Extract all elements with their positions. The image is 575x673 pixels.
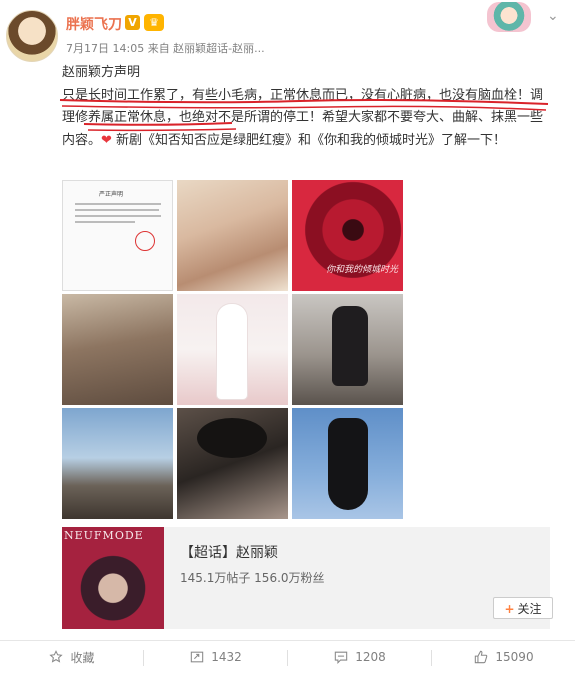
avatar[interactable] bbox=[6, 10, 58, 62]
member-crown-icon: ♛ bbox=[144, 14, 164, 31]
photo-2[interactable] bbox=[177, 180, 288, 291]
repost-button[interactable]: 1432 bbox=[144, 641, 287, 673]
photo-rose-poster[interactable]: 你和我的倾城时光 bbox=[292, 180, 403, 291]
doc-line bbox=[75, 221, 135, 223]
follow-label: 关注 bbox=[517, 602, 542, 616]
topic-cover-image: NEUFMODE bbox=[62, 527, 164, 629]
comment-count: 1208 bbox=[355, 650, 386, 664]
like-button[interactable]: 15090 bbox=[432, 641, 575, 673]
thumbs-up-icon bbox=[475, 650, 488, 664]
post-body: 只是长时间工作累了，有些小毛病，正常休息而已，没有心脏病，也没有脑血栓！调理修养… bbox=[62, 85, 552, 153]
figure-black-dress bbox=[328, 418, 368, 510]
cover-brand: NEUFMODE bbox=[64, 529, 144, 542]
plus-icon: + bbox=[504, 602, 515, 616]
post-meta: 7月17日 14:05 来自 赵丽颖超话-赵丽... bbox=[66, 42, 265, 55]
favorite-button[interactable]: 收藏 bbox=[0, 641, 143, 673]
comment-icon bbox=[335, 651, 348, 664]
figure-dark-outfit bbox=[332, 306, 368, 386]
photo-6[interactable] bbox=[292, 294, 403, 405]
post-body-tail: 新剧《知否知否应是绿肥红瘦》和《你和我的倾城时光》了解一下！ bbox=[111, 132, 507, 148]
repost-count: 1432 bbox=[211, 650, 242, 664]
doc-line bbox=[75, 203, 161, 205]
favorite-label: 收藏 bbox=[70, 650, 95, 665]
doc-line bbox=[75, 209, 159, 211]
figure-white-dress bbox=[217, 304, 247, 399]
figure-hat bbox=[197, 418, 267, 458]
super-topic-card[interactable]: NEUFMODE 【超话】赵丽颖 145.1万帖子 156.0万粉丝 + 关注 bbox=[62, 527, 553, 629]
decoration-sticker bbox=[487, 2, 531, 32]
verified-badge-icon: V bbox=[125, 15, 140, 30]
follow-button[interactable]: + 关注 bbox=[493, 597, 553, 619]
username-link[interactable]: 胖颖飞刀 bbox=[66, 14, 122, 34]
doc-seal bbox=[135, 231, 155, 251]
photo-statement-document[interactable]: 严正声明 bbox=[62, 180, 173, 291]
like-count: 15090 bbox=[495, 650, 534, 664]
photo-7[interactable] bbox=[62, 408, 173, 519]
post-text: 赵丽颖方声明 只是长时间工作累了，有些小毛病，正常休息而已，没有心脏病，也没有脑… bbox=[62, 62, 552, 152]
topic-stats: 145.1万帖子 156.0万粉丝 bbox=[180, 571, 325, 585]
doc-title: 严正声明 bbox=[99, 191, 124, 198]
star-icon bbox=[49, 650, 64, 663]
comment-button[interactable]: 1208 bbox=[288, 641, 431, 673]
photo-9[interactable] bbox=[292, 408, 403, 519]
chevron-down-icon[interactable]: ⌄ bbox=[547, 8, 559, 24]
post-heading: 赵丽颖方声明 bbox=[62, 65, 141, 80]
topic-title[interactable]: 【超话】赵丽颖 bbox=[180, 542, 278, 562]
poster-text: 你和我的倾城时光 bbox=[326, 265, 399, 275]
repost-icon bbox=[191, 651, 204, 663]
heart-emoji-icon: ❤ bbox=[101, 132, 112, 148]
photo-5[interactable] bbox=[177, 294, 288, 405]
photo-8[interactable] bbox=[177, 408, 288, 519]
photo-4[interactable] bbox=[62, 294, 173, 405]
doc-line bbox=[75, 215, 161, 217]
